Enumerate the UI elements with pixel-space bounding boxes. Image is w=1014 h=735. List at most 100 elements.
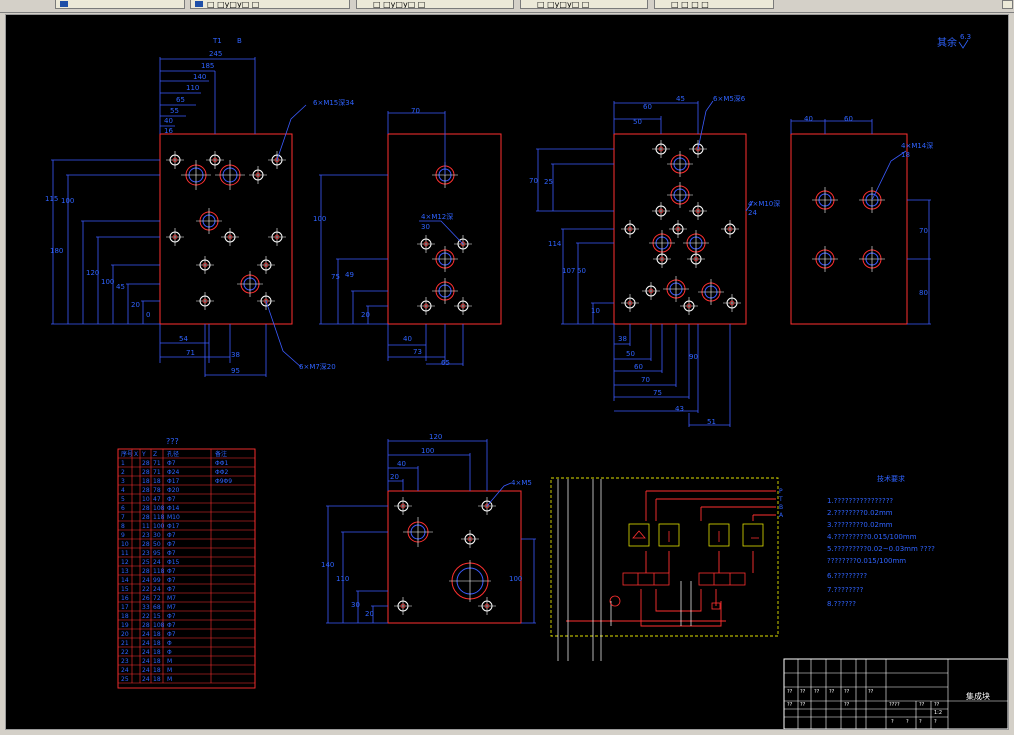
svg-text:?: ?	[906, 719, 909, 725]
view-5-outline	[387, 490, 522, 624]
view-2: 70 100 75 49 20 40 73 65 4×M12深 30	[313, 107, 502, 367]
bom-cell: 72	[153, 595, 161, 602]
bom-cell: 11	[142, 523, 150, 530]
svg-text:4.?????????0.015/100mm: 4.?????????0.015/100mm	[827, 533, 917, 541]
svg-text:A: A	[779, 512, 784, 519]
svg-text:?: ?	[934, 719, 937, 725]
bom-header-cell: 备注	[215, 450, 227, 458]
svg-text:25: 25	[544, 178, 553, 186]
bom-cell: Φ17	[167, 478, 180, 485]
svg-text:50: 50	[633, 118, 642, 126]
view-4: 40 60 70 80 4×M14深 18	[790, 115, 933, 325]
bom-cell: 9	[121, 532, 125, 539]
bom-cell: 17	[121, 604, 129, 611]
svg-text:??: ??	[934, 702, 940, 708]
bom-cell: 99	[153, 577, 161, 584]
svg-text:????????0.015/100mm: ????????0.015/100mm	[827, 557, 906, 565]
bom-cell: Φ	[167, 640, 172, 647]
bom-cell: 18	[153, 631, 161, 638]
title-block: ?? ?? ?? ?? ?? ?? ???? ?? ?? ?? ?? ?? ? …	[783, 658, 1008, 729]
bom-cell: 95	[153, 550, 161, 557]
bom-cell: M	[167, 658, 172, 665]
hydraulic-schematic: P T B A	[550, 477, 784, 661]
svg-text:30: 30	[351, 601, 360, 609]
horizontal-scrollbar[interactable]	[0, 730, 1014, 735]
svg-text:110: 110	[186, 84, 199, 92]
tab-document-3[interactable]: □ □y□y□ □	[356, 0, 514, 9]
tab-document-5[interactable]: □ □ □ □	[654, 0, 774, 9]
bom-cell: 7	[121, 514, 125, 521]
tab-document-1[interactable]	[55, 0, 185, 9]
bom-cell: 33	[142, 604, 150, 611]
bom-cell: 8	[121, 523, 125, 530]
svg-text:??: ??	[919, 702, 925, 708]
bom-cell: 24	[142, 577, 150, 584]
svg-text:?: ?	[919, 719, 922, 725]
bom-cell: 71	[153, 469, 161, 476]
bom-cell: 24	[142, 631, 150, 638]
svg-text:60: 60	[634, 363, 643, 371]
svg-text:245: 245	[209, 50, 222, 58]
svg-text:107: 107	[562, 267, 575, 275]
bom-cell: 28	[142, 460, 150, 467]
svg-text:120: 120	[429, 433, 442, 441]
tab-bar: □ □y□y□ □ □ □y□y□ □ □ □y□y□ □ □ □ □ □	[0, 0, 1014, 13]
surface-finish-value: 6.3	[960, 33, 971, 41]
svg-text:70: 70	[919, 227, 928, 235]
bom-cell: Φ7	[167, 550, 176, 557]
bom-cell: Φ7	[167, 532, 176, 539]
view-2-outline	[387, 133, 502, 325]
close-icon[interactable]	[1002, 0, 1013, 9]
svg-text:38: 38	[618, 335, 627, 343]
bom-title: ???	[166, 437, 179, 446]
svg-text:45: 45	[116, 283, 125, 291]
notes-title: 技术要求	[877, 474, 905, 483]
svg-text:100: 100	[61, 197, 74, 205]
svg-text:24: 24	[748, 209, 757, 217]
svg-text:0: 0	[146, 311, 150, 319]
scale-value: 1:2	[934, 710, 942, 716]
svg-text:T1: T1	[212, 37, 222, 45]
tab-document-2[interactable]: □ □y□y□ □	[190, 0, 350, 9]
bom-cell: 18	[153, 658, 161, 665]
bom-cell: 28	[142, 487, 150, 494]
bom-header-cell: 孔径	[167, 450, 179, 458]
cad-drawing-canvas[interactable]: 其余 6.3 245 185 140 110 65 55 40 16 115 1…	[5, 14, 1009, 730]
bom-cell: 19	[121, 622, 129, 629]
svg-text:70: 70	[641, 376, 650, 384]
bom-cell: 47	[153, 496, 161, 503]
svg-text:43: 43	[675, 405, 684, 413]
svg-text:5.?????????0.02~0.03mm ????: 5.?????????0.02~0.03mm ????	[827, 545, 935, 553]
bom-cell: 14	[121, 577, 129, 584]
svg-text:??: ??	[787, 689, 793, 695]
bom-cell: 24	[153, 559, 161, 566]
bom-cell: 3	[121, 478, 125, 485]
bom-cell: 24	[142, 676, 150, 683]
view-2-leader: 4×M12深	[421, 212, 453, 221]
bom-cell: 22	[121, 649, 129, 656]
bom-cell: 18	[142, 478, 150, 485]
svg-text:7.????????: 7.????????	[827, 586, 864, 594]
surface-finish-symbol: 其余 6.3	[937, 33, 971, 49]
bom-cell: 108	[153, 622, 165, 629]
svg-text:3.????????0.02mm: 3.????????0.02mm	[827, 521, 893, 529]
bom-cell: Φ7	[167, 496, 176, 503]
bom-cell: 16	[121, 595, 129, 602]
bom-cell: M7	[167, 604, 176, 611]
tab-document-4[interactable]: □ □y□y□ □	[520, 0, 648, 9]
svg-text:40: 40	[403, 335, 412, 343]
document-icon	[195, 1, 203, 7]
view-1: 245 185 140 110 65 55 40 16 115 100 180 …	[45, 37, 355, 377]
svg-text:140: 140	[321, 561, 334, 569]
bom-cell: 24	[121, 667, 129, 674]
bom-cell: 23	[121, 658, 129, 665]
bom-cell: 4	[121, 487, 125, 494]
bom-cell: 10	[142, 496, 150, 503]
bom-cell: ΦΦ1	[215, 460, 228, 467]
svg-text:??: ??	[800, 689, 806, 695]
svg-text:100: 100	[101, 278, 114, 286]
svg-text:20: 20	[365, 610, 374, 618]
svg-text:20: 20	[390, 473, 399, 481]
bom-cell: 22	[142, 613, 150, 620]
vertical-scrollbar[interactable]	[1009, 14, 1014, 730]
